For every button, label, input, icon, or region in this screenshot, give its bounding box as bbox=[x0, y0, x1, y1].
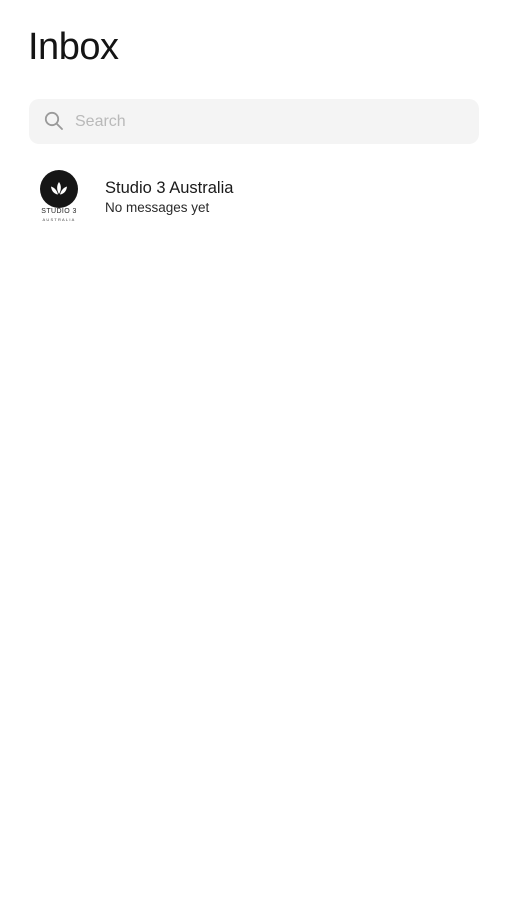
avatar-sub-text: AUSTRALIA bbox=[42, 217, 76, 222]
lotus-icon bbox=[46, 177, 72, 203]
search-bar[interactable] bbox=[29, 99, 479, 144]
search-input[interactable] bbox=[75, 99, 465, 144]
avatar: STUDIO 3 AUSTRALIA bbox=[34, 168, 84, 224]
conversation-item[interactable]: STUDIO 3 AUSTRALIA Studio 3 Australia No… bbox=[0, 160, 507, 230]
avatar-brand-text: STUDIO 3 bbox=[41, 208, 77, 215]
conversation-list: STUDIO 3 AUSTRALIA Studio 3 Australia No… bbox=[0, 160, 507, 230]
page-title: Inbox bbox=[28, 26, 119, 68]
avatar-logo bbox=[40, 170, 78, 208]
conversation-preview: No messages yet bbox=[105, 200, 210, 215]
conversation-name: Studio 3 Australia bbox=[105, 179, 234, 197]
search-icon bbox=[44, 111, 64, 131]
